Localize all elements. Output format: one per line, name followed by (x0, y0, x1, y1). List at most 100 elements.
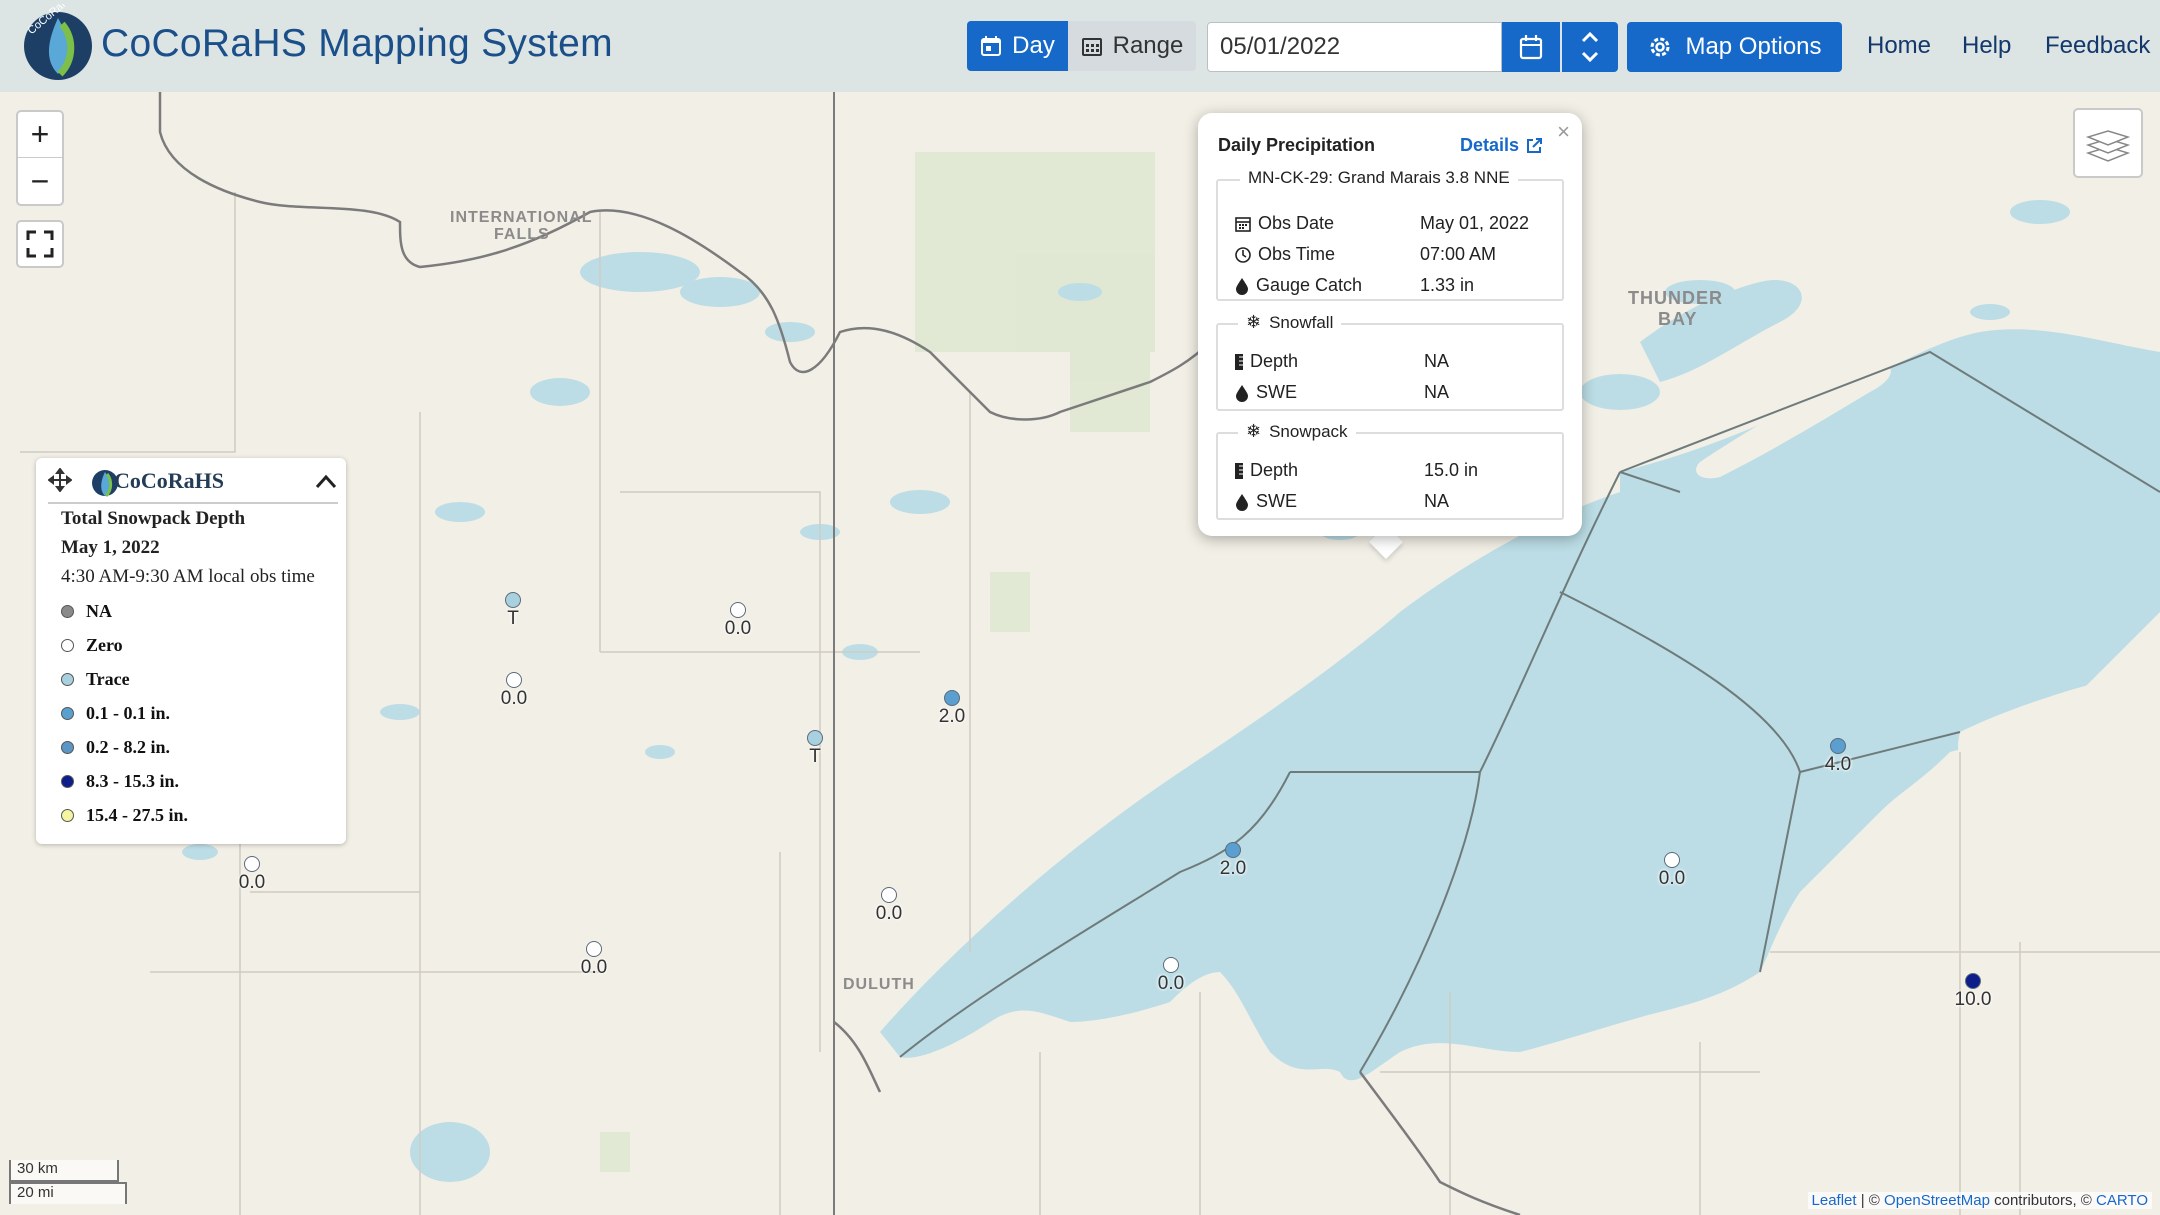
snowfall-depth-row: Depth (1234, 351, 1298, 372)
gear-icon (1650, 37, 1670, 57)
legend-swatch (61, 707, 74, 720)
ruler-icon (1235, 462, 1243, 479)
date-step-button[interactable] (1562, 22, 1618, 72)
move-icon[interactable] (48, 468, 72, 492)
zoom-in-button[interactable]: + (18, 112, 62, 158)
legend-item: NA (61, 601, 112, 622)
snowfall-legend: ❄ Snowfall (1238, 312, 1342, 333)
snowfall-depth-label: Depth (1250, 351, 1299, 371)
legend-swatch (61, 639, 74, 652)
legend-swatch (61, 673, 74, 686)
station-value-label: 10.0 (1954, 989, 1992, 1010)
fullscreen-button[interactable] (16, 220, 64, 268)
scale-mi: 20 mi (9, 1182, 127, 1204)
ruler-icon (1235, 353, 1243, 370)
external-link-icon (1527, 137, 1543, 153)
snowflake-icon: ❄ (1246, 421, 1262, 441)
station-marker[interactable] (1830, 738, 1846, 754)
snowpack-swe-value: NA (1424, 491, 1450, 511)
station-marker[interactable] (944, 690, 960, 706)
legend-item-label: Zero (86, 635, 123, 655)
station-value-label: T (507, 608, 519, 629)
nav-feedback-link[interactable]: Feedback (2045, 32, 2150, 60)
calendar-icon (1235, 216, 1251, 232)
range-button[interactable]: Range (1068, 21, 1196, 71)
obs-date-label: Obs Date (1258, 213, 1335, 233)
legend-item: Trace (61, 669, 130, 690)
map-options-label: Map Options (1685, 33, 1822, 60)
gauge-value: 1.33 in (1420, 275, 1475, 295)
station-value-label: 0.0 (500, 688, 528, 709)
legend-swatch (61, 741, 74, 754)
gauge-label: Gauge Catch (1256, 275, 1363, 295)
date-input[interactable] (1207, 22, 1502, 72)
station-value-label: T (809, 746, 821, 767)
map-options-button[interactable]: Map Options (1627, 22, 1842, 72)
station-marker[interactable] (881, 887, 897, 903)
range-label: Range (1112, 32, 1184, 59)
legend-item: 0.2 - 8.2 in. (61, 737, 170, 758)
snowfall-depth-value: NA (1424, 351, 1450, 371)
station-value-label: 2.0 (1219, 858, 1247, 879)
nav-help-link[interactable]: Help (1962, 32, 2011, 60)
header-bar: CoCoRaHS CoCoRaHS Mapping System Day Ran… (0, 0, 2160, 92)
legend-item-label: Trace (86, 669, 130, 689)
legend-title: Total Snowpack Depth (61, 508, 246, 529)
day-label: Day (1012, 32, 1055, 59)
legend-swatch (61, 775, 74, 788)
calendar-button[interactable] (1502, 22, 1560, 72)
station-value-label: 0.0 (580, 957, 608, 978)
station-marker[interactable] (244, 856, 260, 872)
attribution-mid: contributors, © (1989, 1192, 2097, 1209)
layers-button[interactable] (2073, 108, 2143, 178)
osm-link[interactable]: OpenStreetMap (1884, 1192, 1990, 1209)
snowpack-depth-value: 15.0 in (1424, 460, 1479, 480)
snowpack-group: ❄ Snowpack Depth 15.0 in SWE NA (1216, 421, 1564, 520)
legend-item-label: 15.4 - 27.5 in. (86, 805, 189, 825)
station-value-label: 4.0 (1824, 754, 1852, 775)
app-title: CoCoRaHS Mapping System (101, 22, 613, 65)
legend-item: 8.3 - 15.3 in. (61, 771, 179, 792)
popup-close-button[interactable]: × (1557, 119, 1570, 145)
gauge-row: Gauge Catch (1234, 275, 1362, 296)
popup-title: Daily Precipitation (1218, 135, 1376, 155)
place-label-international-falls: INTERNATIONAL (450, 209, 593, 226)
obs-time-label: Obs Time (1258, 244, 1336, 264)
legend-item-label: NA (86, 601, 112, 621)
station-marker[interactable] (1163, 957, 1179, 973)
snowpack-title: Snowpack (1269, 421, 1348, 441)
legend-date: May 1, 2022 (61, 537, 160, 558)
layers-icon (2086, 130, 2130, 162)
leaflet-link[interactable]: Leaflet (1812, 1192, 1857, 1209)
legend-swatch (61, 605, 74, 618)
snowfall-swe-label: SWE (1256, 382, 1298, 402)
station-marker[interactable] (586, 941, 602, 957)
cocorahs-logo-icon[interactable]: CoCoRaHS (18, 4, 98, 84)
snowfall-swe-row: SWE (1234, 382, 1297, 403)
station-marker[interactable] (730, 602, 746, 618)
station-value-label: 0.0 (724, 618, 752, 639)
chevron-up-icon[interactable] (314, 472, 338, 492)
fullscreen-icon (26, 230, 54, 258)
station-marker[interactable] (1664, 852, 1680, 868)
legend-item-label: 0.2 - 8.2 in. (86, 737, 171, 757)
snowfall-group: ❄ Snowfall Depth NA SWE NA (1216, 312, 1564, 411)
station-marker[interactable] (1225, 842, 1241, 858)
zoom-out-button[interactable]: − (18, 158, 62, 204)
station-marker[interactable] (1965, 973, 1981, 989)
nav-home-link[interactable]: Home (1867, 32, 1931, 60)
snowpack-swe-label: SWE (1256, 491, 1298, 511)
popup-details-link[interactable]: Details (1460, 135, 1543, 156)
clock-icon (1235, 246, 1251, 263)
legend-item-label: 0.1 - 0.1 in. (86, 703, 171, 723)
chevron-up-down-icon (1581, 31, 1599, 63)
station-popup: × Daily Precipitation Details MN-CK-29: … (1198, 113, 1582, 536)
calendar-range-icon (1081, 38, 1102, 56)
station-marker[interactable] (505, 592, 521, 608)
station-marker[interactable] (506, 672, 522, 688)
day-button[interactable]: Day (967, 21, 1068, 71)
place-label-duluth: DULUTH (843, 976, 915, 993)
legend-brand: CoCoRaHS (114, 468, 225, 493)
carto-link[interactable]: CARTO (2096, 1192, 2148, 1209)
station-marker[interactable] (807, 730, 823, 746)
